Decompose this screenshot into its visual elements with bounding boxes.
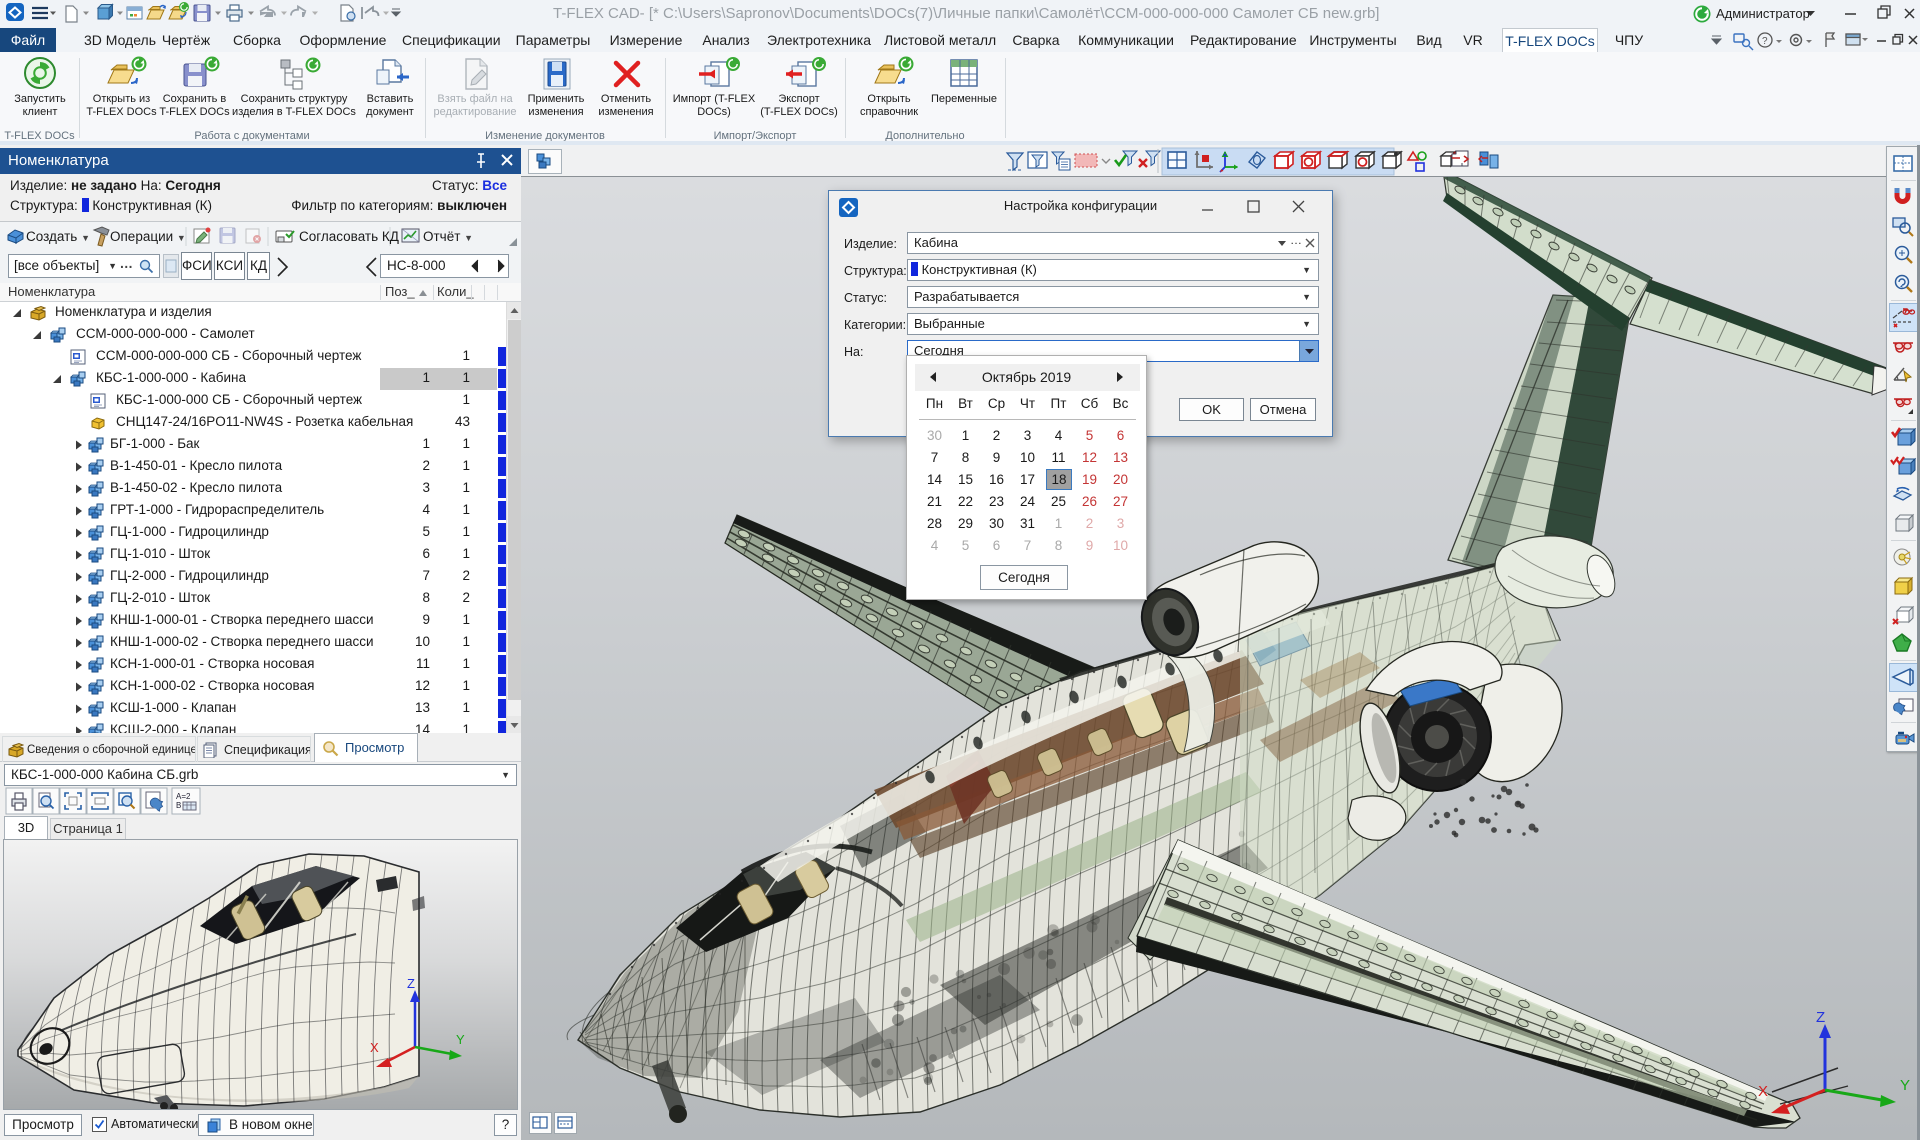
svg-text:X: X <box>1758 1083 1768 1100</box>
svg-text:X: X <box>370 1040 379 1055</box>
svg-text:…: … <box>1290 234 1302 247</box>
svg-text:B: B <box>176 801 181 810</box>
svg-text:Y: Y <box>456 1032 465 1047</box>
svg-text:A=2: A=2 <box>176 792 191 801</box>
svg-text:Z: Z <box>407 976 415 991</box>
svg-text:Y: Y <box>1900 1077 1910 1094</box>
svg-text:?: ? <box>1762 36 1768 47</box>
svg-text:Z: Z <box>1816 1009 1825 1026</box>
